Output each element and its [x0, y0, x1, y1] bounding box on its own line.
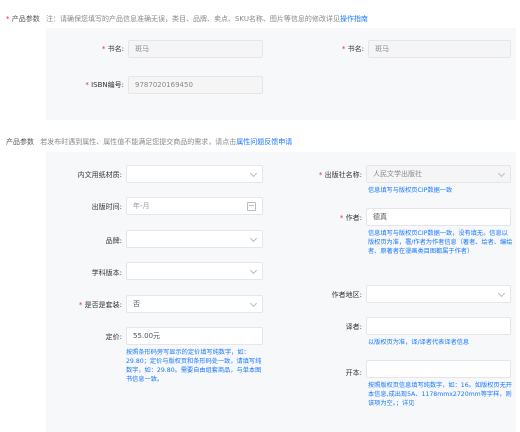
product-params-header: * 产品参数 注：请确保您填写的产品信息准确无误，类目、品牌、卖点、SKU名称、…: [6, 14, 516, 24]
author-input[interactable]: 德真: [366, 208, 511, 226]
paper-select[interactable]: [126, 165, 263, 183]
feedback-link[interactable]: 属性问题反馈申请: [236, 138, 292, 146]
isbn-label: * ISBN编号:: [85, 81, 124, 89]
book-name-field-left: 斑马: [128, 40, 263, 58]
pub-time-label: 出版时间:: [91, 203, 122, 211]
required-mark: *: [6, 15, 10, 23]
publisher-hint: 信息填写与版权页CIP数据一致: [368, 187, 453, 194]
price-input[interactable]: 55.00元: [126, 327, 263, 345]
is-set-label: * 是否是套装:: [78, 301, 122, 309]
brand-label: 品牌:: [105, 237, 122, 245]
chevron-down-icon: [249, 299, 258, 308]
translator-label: 译者:: [345, 323, 362, 331]
brand-select[interactable]: [126, 230, 263, 248]
params-header: 产品参数 若发布时遇到属性、属性值不能满足您提交商品的需求，请点击属性问题反馈申…: [6, 137, 516, 147]
book-name-label-right: * 书名:: [341, 45, 364, 53]
price-hint: 按照条形码旁写显示的定价填写纯数字，如：29.80；定价与版权页和条形码处一致，…: [126, 349, 262, 383]
chevron-down-icon: [497, 169, 506, 178]
chevron-down-icon: [249, 169, 258, 178]
isbn-field: 9787020169450: [128, 76, 263, 94]
translator-hint: 以版权页为准，译/译者代表译者信息: [368, 339, 470, 346]
format-hint: 按照版权页信息填写纯数字，如：16。如版权页无开本信息,成出现5A、1178mm…: [368, 382, 512, 407]
params-notice-text: 若发布时遇到属性、属性值不能满足您提交商品的需求，请点击: [40, 138, 237, 146]
publisher-select[interactable]: 人民文学出版社: [366, 165, 511, 183]
params-section-label: 产品参数: [6, 138, 34, 146]
chevron-down-icon: [249, 266, 258, 275]
price-label: 定价:: [105, 333, 122, 341]
translator-input[interactable]: [366, 317, 511, 335]
region-select[interactable]: [366, 285, 511, 303]
book-name-field-right: 斑马: [368, 40, 511, 58]
publisher-label: * 出版社名称:: [318, 171, 362, 179]
author-hint: 信息填写与版权页CIP数据一致，没有填无。信息以版权页为准，署/作者为作者信息（…: [368, 230, 513, 255]
section-label: 产品参数: [11, 15, 40, 23]
pub-time-picker[interactable]: 年-月: [126, 197, 263, 215]
format-label: 开本:: [345, 369, 362, 377]
guide-link[interactable]: 操作指南: [340, 15, 368, 23]
chevron-down-icon: [249, 234, 258, 243]
notice-text: 注：请确保您填写的产品信息准确无误，类目、品牌、卖点、SKU名称、图片等信息的修…: [45, 15, 340, 23]
region-label: 作者地区:: [331, 291, 362, 299]
book-name-label-left: * 书名:: [101, 45, 124, 53]
subject-label: 学科版本:: [91, 269, 122, 277]
paper-label: 内文用纸材质:: [77, 171, 122, 179]
format-input[interactable]: [366, 360, 511, 378]
author-label: * 作者:: [339, 214, 362, 222]
is-set-select[interactable]: 否: [126, 295, 263, 313]
calendar-icon: [247, 202, 256, 211]
subject-select[interactable]: [126, 262, 263, 280]
chevron-down-icon: [497, 289, 506, 298]
